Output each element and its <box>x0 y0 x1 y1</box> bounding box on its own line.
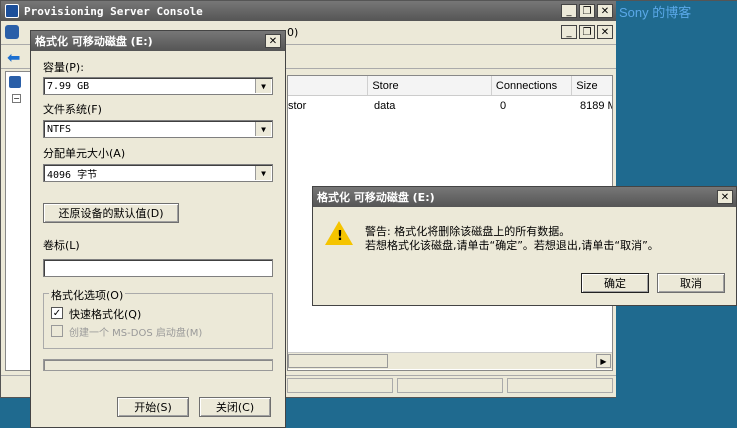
cell-connections: 0 <box>500 100 507 112</box>
capacity-value: 7.99 GB <box>47 80 90 92</box>
options-group-label: 格式化选项(O) <box>49 287 126 303</box>
warning-dialog: 格式化 可移动磁盘 (E:) ✕ ! 警告: 格式化将删除该磁盘上的所有数据。 … <box>312 186 737 306</box>
quick-format-checkbox[interactable]: ✓ <box>51 307 63 319</box>
cell-name: stor <box>288 100 307 112</box>
console-icon <box>5 25 19 39</box>
cell-store: data <box>374 100 396 112</box>
scroll-right-arrow-icon[interactable]: ▶ <box>596 354 611 368</box>
scroll-thumb[interactable] <box>288 354 388 368</box>
msdos-label: 创建一个 MS-DOS 启动盘(M) <box>69 328 203 339</box>
col-connections[interactable]: Connections <box>492 76 573 95</box>
status-cell-2 <box>397 378 503 393</box>
format-dialog: 格式化 可移动磁盘 (E:) ✕ 容量(P): 7.99 GB ▼ 文件系统(F… <box>30 30 286 428</box>
fs-value: NTFS <box>47 123 72 135</box>
tree-expand-icon[interactable]: − <box>12 94 21 103</box>
table-row[interactable]: stor data 0 8189 M <box>288 97 612 115</box>
fs-label: 文件系统(F) <box>43 103 102 116</box>
close-button[interactable]: 关闭(C) <box>199 397 271 417</box>
quick-format-label[interactable]: 快速格式化(Q) <box>69 306 141 322</box>
progress-bar <box>43 359 273 371</box>
col-size[interactable]: Size <box>572 76 612 95</box>
format-dialog-title-bar[interactable]: 格式化 可移动磁盘 (E:) <box>31 31 285 51</box>
fs-dropdown-icon[interactable]: ▼ <box>255 122 271 136</box>
horizontal-scrollbar[interactable]: ▶ <box>288 352 612 369</box>
back-arrow-icon[interactable]: ⬅ <box>7 48 20 67</box>
alloc-value: 4096 字节 <box>47 169 98 181</box>
inner-close-button[interactable]: ✕ <box>597 25 613 39</box>
warning-dialog-title: 格式化 可移动磁盘 (E:) <box>317 191 435 204</box>
capacity-dropdown-icon[interactable]: ▼ <box>255 79 271 93</box>
minimize-button[interactable]: _ <box>561 4 577 18</box>
inner-minimize-button[interactable]: _ <box>561 25 577 39</box>
table-header: Store Connections Size <box>288 76 612 96</box>
warning-dialog-close-button[interactable]: ✕ <box>717 190 733 204</box>
start-button[interactable]: 开始(S) <box>117 397 189 417</box>
status-cell-3 <box>507 378 613 393</box>
main-title-bar[interactable]: Provisioning Server Console <box>1 1 616 21</box>
alloc-select[interactable]: 4096 字节 ▼ <box>43 164 273 182</box>
volume-label: 卷标(L) <box>43 239 80 252</box>
alloc-dropdown-icon[interactable]: ▼ <box>255 166 271 180</box>
warning-icon-mark: ! <box>337 229 343 244</box>
cancel-button[interactable]: 取消 <box>657 273 725 293</box>
close-main-button[interactable]: ✕ <box>597 4 613 18</box>
warning-dialog-title-bar[interactable]: 格式化 可移动磁盘 (E:) <box>313 187 736 207</box>
capacity-label: 容量(P): <box>43 61 84 74</box>
warning-line-2: 若想格式化该磁盘,请单击“确定”。若想退出,请单击“取消”。 <box>365 239 659 252</box>
restore-defaults-button[interactable]: 还原设备的默认值(D) <box>43 203 179 223</box>
restore-button[interactable]: ❐ <box>579 4 595 18</box>
msdos-checkbox[interactable] <box>51 325 63 337</box>
cell-size: 8189 M <box>580 100 612 112</box>
format-dialog-close-button[interactable]: ✕ <box>265 34 281 48</box>
format-dialog-title: 格式化 可移动磁盘 (E:) <box>35 35 153 48</box>
main-window-title: Provisioning Server Console <box>24 4 203 18</box>
watermark-text: Sony 的博客 <box>619 5 692 20</box>
app-icon <box>5 4 19 18</box>
status-cell-1 <box>287 378 393 393</box>
col-store[interactable]: Store <box>368 76 492 95</box>
volume-input[interactable] <box>43 259 273 277</box>
inner-restore-button[interactable]: ❐ <box>579 25 595 39</box>
fs-select[interactable]: NTFS ▼ <box>43 120 273 138</box>
alloc-label: 分配单元大小(A) <box>43 147 126 160</box>
address-fragment: 0) <box>287 26 299 39</box>
ok-button[interactable]: 确定 <box>581 273 649 293</box>
tree-root-icon[interactable] <box>9 76 21 88</box>
capacity-select[interactable]: 7.99 GB ▼ <box>43 77 273 95</box>
col-name[interactable] <box>288 76 369 95</box>
